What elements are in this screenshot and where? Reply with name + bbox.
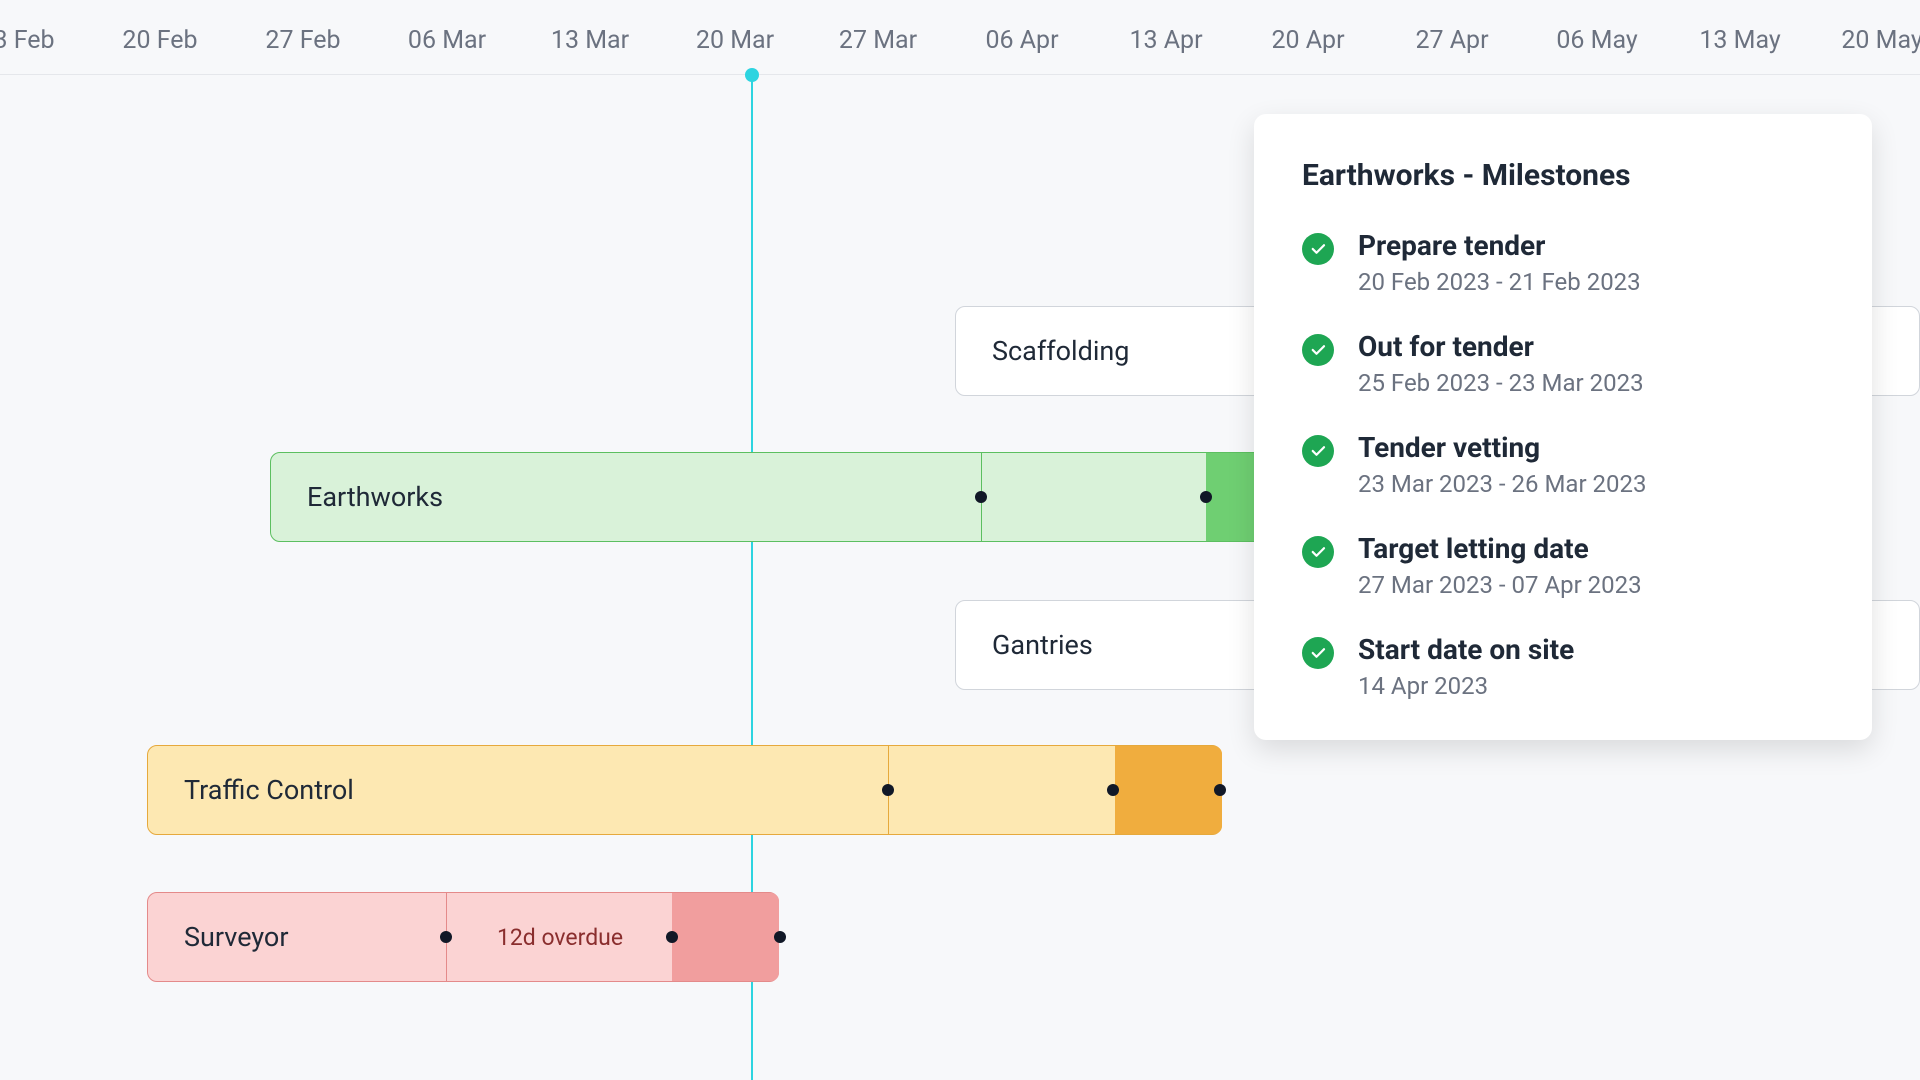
date-tick[interactable]: 20 Mar: [696, 26, 774, 55]
milestone-row[interactable]: Start date on site 14 Apr 2023: [1302, 633, 1824, 700]
overdue-badge: 12d overdue: [497, 924, 623, 951]
milestone-row[interactable]: Tender vetting 23 Mar 2023 - 26 Mar 2023: [1302, 431, 1824, 498]
milestone-dates: 20 Feb 2023 - 21 Feb 2023: [1358, 268, 1641, 296]
gantt-bar-label: Traffic Control: [184, 774, 354, 806]
milestone-dot[interactable]: [774, 931, 786, 943]
milestone-dates: 25 Feb 2023 - 23 Mar 2023: [1358, 369, 1644, 397]
check-icon: [1302, 435, 1334, 467]
date-tick[interactable]: 06 Apr: [985, 26, 1058, 55]
milestone-title: Out for tender: [1358, 330, 1644, 363]
milestone-dates: 14 Apr 2023: [1358, 672, 1574, 700]
milestone-title: Prepare tender: [1358, 229, 1641, 262]
date-tick[interactable]: 27 Mar: [839, 26, 917, 55]
date-tick[interactable]: 13 Feb: [0, 26, 55, 55]
date-tick[interactable]: 13 May: [1699, 26, 1780, 55]
date-tick[interactable]: 06 May: [1556, 26, 1637, 55]
date-tick[interactable]: 20 Apr: [1271, 26, 1344, 55]
timeline-header: 13 Feb 20 Feb 27 Feb 06 Mar 13 Mar 20 Ma…: [0, 0, 1920, 75]
milestone-dot[interactable]: [975, 491, 987, 503]
date-tick[interactable]: 20 Feb: [122, 26, 197, 55]
bar-progress-fill: [672, 893, 779, 981]
timeline-dates: 13 Feb 20 Feb 27 Feb 06 Mar 13 Mar 20 Ma…: [0, 0, 1920, 74]
milestone-dot[interactable]: [1107, 784, 1119, 796]
gantt-bar-surveyor[interactable]: Surveyor 12d overdue: [147, 892, 779, 982]
milestone-details-panel[interactable]: Earthworks - Milestones Prepare tender 2…: [1254, 114, 1872, 740]
check-icon: [1302, 334, 1334, 366]
today-marker-dot: [745, 68, 759, 82]
gantt-bar-traffic-control[interactable]: Traffic Control: [147, 745, 1222, 835]
date-tick[interactable]: 06 Mar: [408, 26, 486, 55]
milestone-dot[interactable]: [1200, 491, 1212, 503]
panel-title: Earthworks - Milestones: [1302, 158, 1824, 193]
check-icon: [1302, 233, 1334, 265]
check-icon: [1302, 536, 1334, 568]
date-tick[interactable]: 27 Apr: [1415, 26, 1488, 55]
milestone-title: Start date on site: [1358, 633, 1574, 666]
milestone-dot[interactable]: [882, 784, 894, 796]
gantt-bar-label: Earthworks: [307, 481, 443, 513]
milestone-title: Target letting date: [1358, 532, 1642, 565]
gantt-bar-label: Scaffolding: [992, 335, 1129, 367]
milestone-dates: 27 Mar 2023 - 07 Apr 2023: [1358, 571, 1642, 599]
date-tick[interactable]: 27 Feb: [265, 26, 340, 55]
date-tick[interactable]: 13 Mar: [551, 26, 629, 55]
milestone-row[interactable]: Out for tender 25 Feb 2023 - 23 Mar 2023: [1302, 330, 1824, 397]
milestone-row[interactable]: Target letting date 27 Mar 2023 - 07 Apr…: [1302, 532, 1824, 599]
milestone-row[interactable]: Prepare tender 20 Feb 2023 - 21 Feb 2023: [1302, 229, 1824, 296]
date-tick[interactable]: 20 May: [1841, 26, 1920, 55]
milestone-dot[interactable]: [440, 931, 452, 943]
gantt-bar-label: Surveyor: [184, 921, 288, 953]
bar-progress-fill: [1115, 746, 1222, 834]
date-tick[interactable]: 13 Apr: [1129, 26, 1202, 55]
milestone-title: Tender vetting: [1358, 431, 1647, 464]
check-icon: [1302, 637, 1334, 669]
milestone-dates: 23 Mar 2023 - 26 Mar 2023: [1358, 470, 1647, 498]
gantt-bar-label: Gantries: [992, 629, 1093, 661]
milestone-dot[interactable]: [1214, 784, 1226, 796]
milestone-dot[interactable]: [666, 931, 678, 943]
